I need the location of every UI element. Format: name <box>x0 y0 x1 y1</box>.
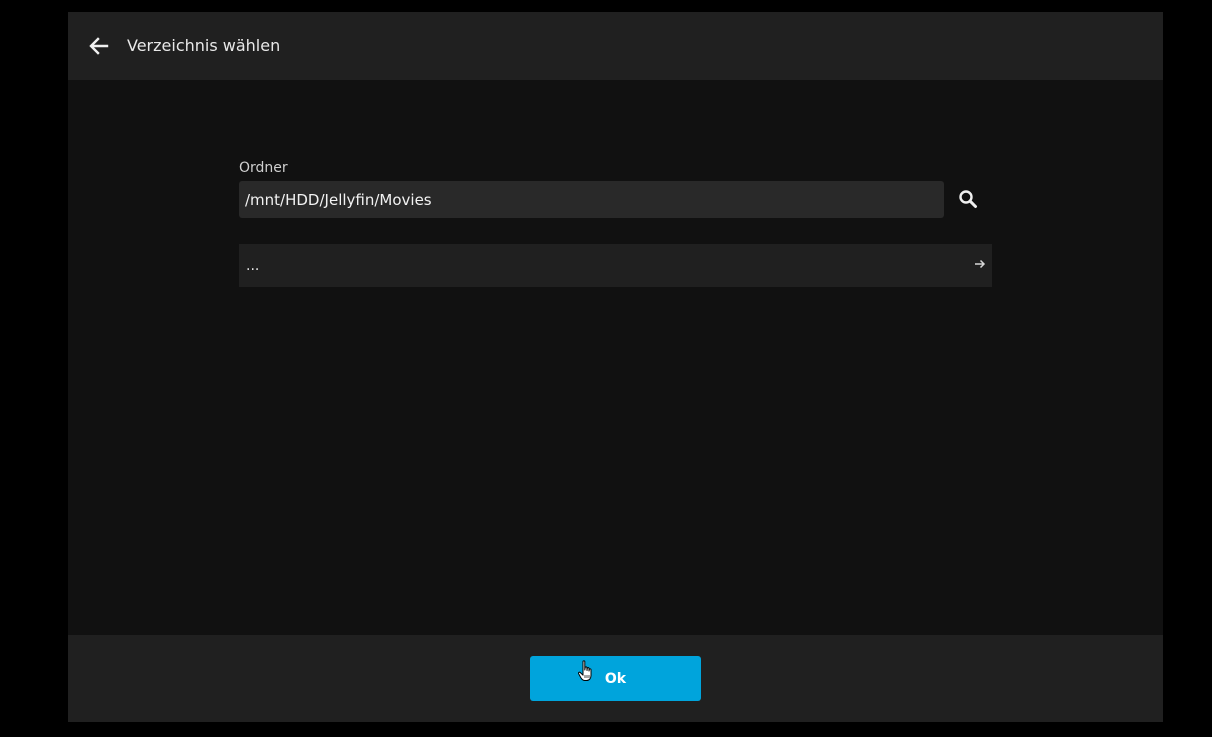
dialog-header: Verzeichnis wählen <box>68 12 1163 80</box>
dialog-footer: Ok <box>68 635 1163 722</box>
ok-button[interactable]: Ok <box>530 656 701 701</box>
directory-list: ... <box>239 244 992 287</box>
search-button[interactable] <box>954 185 982 213</box>
back-button[interactable] <box>86 34 112 58</box>
arrow-left-icon <box>89 37 109 55</box>
folder-picker-dialog: Verzeichnis wählen Ordner ... Ok <box>68 12 1163 722</box>
list-item[interactable]: ... <box>239 244 992 287</box>
dialog-title: Verzeichnis wählen <box>127 36 281 55</box>
folder-path-input[interactable] <box>239 181 944 218</box>
arrow-right-icon <box>973 257 987 271</box>
directory-name: ... <box>246 258 260 274</box>
search-icon <box>959 190 977 208</box>
folder-label: Ordner <box>239 160 288 176</box>
